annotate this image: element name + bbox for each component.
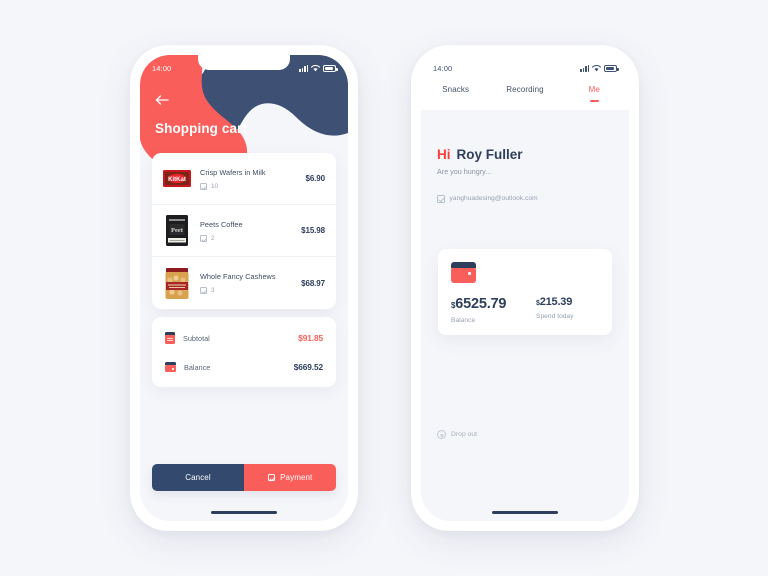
kitkat-wafer-thumb: KitKat xyxy=(163,162,191,195)
payment-button-label: Payment xyxy=(280,473,313,482)
item-quantity-value: 3 xyxy=(211,287,215,294)
profile-screen: 14:00 Snacks Recording Me Hi Roy Fuller … xyxy=(421,55,629,521)
item-price: $6.90 xyxy=(305,174,325,183)
phone-mockup-profile: 14:00 Snacks Recording Me Hi Roy Fuller … xyxy=(411,45,639,531)
table-row[interactable]: Peet Peets Coffee 2 $15.98 xyxy=(152,205,336,257)
item-quantity-value: 2 xyxy=(211,234,215,242)
status-time: 14:00 xyxy=(152,63,172,73)
summary-label: Balance xyxy=(184,362,211,372)
summary-value: $669.52 xyxy=(293,362,323,372)
item-price: $15.98 xyxy=(301,226,325,235)
battery-icon xyxy=(604,64,619,72)
status-bar: 14:00 xyxy=(421,55,629,77)
status-icons xyxy=(299,64,338,72)
table-row[interactable]: KitKat Crisp Wafers in Milk 10 $6.90 xyxy=(152,153,336,205)
status-icons xyxy=(580,64,619,72)
svg-text:KitKat: KitKat xyxy=(168,177,186,183)
amount-value: 215.39 xyxy=(539,296,573,308)
cancel-button[interactable]: Cancel xyxy=(152,464,244,491)
summary-value: $91.85 xyxy=(298,333,323,343)
tab-me[interactable]: Me xyxy=(560,85,629,102)
checkbox-check-icon xyxy=(200,182,207,190)
checkbox-check-icon xyxy=(200,287,207,294)
item-name: Crisp Wafers in Milk xyxy=(200,167,266,177)
greeting-subtitle: Are you hungry... xyxy=(437,167,492,176)
wallet-icon xyxy=(451,262,476,283)
item-info: Crisp Wafers in Milk 10 xyxy=(200,168,296,190)
cashew-jar-thumb xyxy=(163,267,191,300)
spend-label: Spend today xyxy=(536,313,574,320)
status-time: 14:00 xyxy=(433,63,453,73)
spend-block: $ 215.39 Spend today xyxy=(536,296,574,320)
table-row[interactable]: Whole Fancy Cashews 3 $68.97 xyxy=(152,257,336,309)
drop-out-label: Drop out xyxy=(451,431,478,438)
greeting: Hi Roy Fuller xyxy=(437,147,523,162)
tab-bar: Snacks Recording Me xyxy=(421,85,629,107)
email-row[interactable]: yanghuadesing@outlook.com xyxy=(437,195,538,203)
balance-block: $ 6525.79 Balance xyxy=(451,296,506,324)
close-circle-icon xyxy=(437,430,446,439)
item-quantity: 10 xyxy=(200,182,296,190)
signal-bars-icon xyxy=(580,64,589,72)
tab-underline xyxy=(520,100,529,102)
wallet-card[interactable]: $ 6525.79 Balance $ 215.39 Spend today xyxy=(438,249,612,335)
checkbox-check-icon xyxy=(437,195,445,203)
tab-snacks[interactable]: Snacks xyxy=(421,85,490,102)
home-indicator xyxy=(492,510,558,514)
balance-label: Balance xyxy=(451,317,476,324)
amount-value: 6525.79 xyxy=(455,296,507,312)
phone-mockup-cart: 14:00 Shopping cart KitKat Crisp Wafers … xyxy=(130,45,358,531)
canvas: 14:00 Shopping cart KitKat Crisp Wafers … xyxy=(0,0,768,576)
battery-icon xyxy=(323,64,338,72)
tab-underline xyxy=(589,100,599,102)
back-button[interactable] xyxy=(155,93,173,107)
wallet-icon xyxy=(165,362,176,372)
cart-items-card: KitKat Crisp Wafers in Milk 10 $6.90 Pee… xyxy=(152,153,336,309)
cart-screen: 14:00 Shopping cart KitKat Crisp Wafers … xyxy=(140,55,348,521)
checkbox-check-icon xyxy=(267,473,276,482)
action-bar: Cancel Payment xyxy=(152,464,336,491)
item-price: $68.97 xyxy=(301,278,325,288)
item-quantity: 2 xyxy=(200,234,292,242)
wifi-icon xyxy=(311,64,320,72)
tab-recording[interactable]: Recording xyxy=(490,85,559,102)
email-address: yanghuadesing@outlook.com xyxy=(449,195,538,203)
payment-button[interactable]: Payment xyxy=(244,464,336,491)
summary-row-balance: Balance $669.52 xyxy=(152,353,336,381)
item-name: Whole Fancy Cashews xyxy=(200,272,276,281)
tab-label: Snacks xyxy=(442,85,470,94)
summary-card: Subtotal $91.85 Balance $669.52 xyxy=(152,317,336,387)
tab-label: Recording xyxy=(506,85,544,94)
coffee-bag-thumb: Peet xyxy=(163,214,191,247)
balance-amount: $ 6525.79 xyxy=(451,296,506,312)
item-name: Peets Coffee xyxy=(200,219,243,229)
signal-bars-icon xyxy=(299,64,308,72)
svg-text:Peet: Peet xyxy=(171,227,184,234)
tab-label: Me xyxy=(588,85,600,94)
item-info: Whole Fancy Cashews 3 xyxy=(200,272,292,294)
receipt-icon xyxy=(165,332,175,344)
summary-row-subtotal: Subtotal $91.85 xyxy=(152,323,336,353)
item-info: Peets Coffee 2 xyxy=(200,220,292,242)
status-bar: 14:00 xyxy=(140,55,348,77)
checkbox-check-icon xyxy=(200,234,207,242)
user-name: Roy Fuller xyxy=(456,147,523,162)
item-quantity: 3 xyxy=(200,287,292,294)
drop-out-button[interactable]: Drop out xyxy=(437,430,477,439)
item-quantity-value: 10 xyxy=(211,182,219,190)
home-indicator xyxy=(211,510,277,514)
greeting-prefix: Hi xyxy=(437,147,451,162)
tab-underline xyxy=(451,100,460,102)
page-title: Shopping cart xyxy=(155,121,248,136)
summary-label: Subtotal xyxy=(183,333,210,343)
back-arrow-icon xyxy=(155,95,169,105)
wifi-icon xyxy=(592,64,601,72)
spend-amount: $ 215.39 xyxy=(536,296,574,308)
